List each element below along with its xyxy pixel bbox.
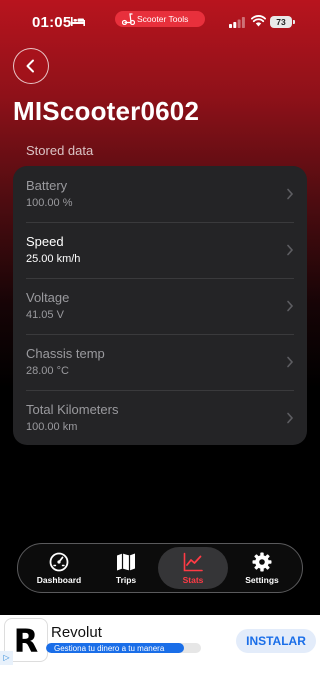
tab-stats[interactable]: Stats	[158, 547, 228, 589]
section-label: Stored data	[26, 143, 94, 158]
chevron-right-icon	[287, 300, 294, 312]
ad-subtitle: Gestiona tu dinero a tu manera	[54, 644, 165, 653]
tab-bar: Dashboard Trips Stats Settings	[17, 543, 303, 593]
list-item-battery[interactable]: Battery 100.00 %	[13, 166, 307, 222]
cellular-signal-icon	[229, 17, 245, 28]
tab-settings[interactable]: Settings	[227, 547, 297, 589]
list-item-total-kilometers[interactable]: Total Kilometers 100.00 km	[13, 390, 307, 445]
ad-banner[interactable]: R Revolut Gestiona tu dinero a tu manera…	[0, 615, 320, 667]
tab-label: Settings	[245, 575, 279, 585]
gear-icon	[252, 552, 272, 572]
gauge-icon	[49, 552, 69, 572]
divider	[26, 222, 294, 223]
back-button[interactable]	[13, 48, 49, 84]
status-time: 01:05	[32, 14, 72, 31]
battery-indicator: 73	[270, 16, 295, 28]
list-item-label: Battery	[26, 178, 68, 193]
install-button[interactable]: INSTALAR	[236, 629, 316, 653]
wifi-icon	[251, 15, 266, 27]
list-item-label: Chassis temp	[26, 346, 105, 361]
list-item-chassis-temp[interactable]: Chassis temp 28.00 °C	[13, 334, 307, 390]
home-indicator-area	[0, 667, 320, 693]
app-indicator-pill[interactable]: Scooter Tools	[115, 11, 205, 27]
list-item-value: 28.00 °C	[26, 365, 69, 377]
tab-label: Dashboard	[36, 575, 82, 585]
list-item-value: 41.05 V	[26, 309, 64, 321]
chevron-right-icon	[287, 188, 294, 200]
map-icon	[117, 553, 135, 571]
chart-icon	[183, 552, 203, 572]
chevron-left-icon	[26, 59, 34, 73]
tab-dashboard[interactable]: Dashboard	[24, 547, 94, 589]
tab-label: Stats	[182, 575, 204, 585]
list-item-label: Speed	[26, 234, 64, 249]
stored-data-list: Battery 100.00 % Speed 25.00 km/h Voltag…	[13, 166, 307, 445]
list-item-speed[interactable]: Speed 25.00 km/h	[13, 222, 307, 278]
status-bar: 01:05 Scooter Tools 73	[0, 0, 320, 44]
list-item-label: Total Kilometers	[26, 402, 119, 417]
scooter-icon	[122, 13, 135, 25]
app-indicator-label: Scooter Tools	[137, 14, 189, 24]
list-item-value: 25.00 km/h	[26, 253, 81, 265]
chevron-right-icon	[287, 244, 294, 256]
page-title: MIScooter0602	[13, 96, 200, 126]
list-item-label: Voltage	[26, 290, 70, 305]
divider	[26, 278, 294, 279]
tab-trips[interactable]: Trips	[91, 547, 161, 589]
divider	[26, 390, 294, 391]
list-item-value: 100.00 %	[26, 197, 73, 209]
adchoices-icon[interactable]: ▷	[0, 651, 13, 665]
divider	[26, 334, 294, 335]
chevron-right-icon	[287, 356, 294, 368]
chevron-right-icon	[287, 412, 294, 424]
ad-title: Revolut	[51, 624, 102, 641]
list-item-voltage[interactable]: Voltage 41.05 V	[13, 278, 307, 334]
sleep-focus-icon	[71, 17, 85, 26]
tab-label: Trips	[115, 575, 137, 585]
list-item-value: 100.00 km	[26, 421, 78, 433]
